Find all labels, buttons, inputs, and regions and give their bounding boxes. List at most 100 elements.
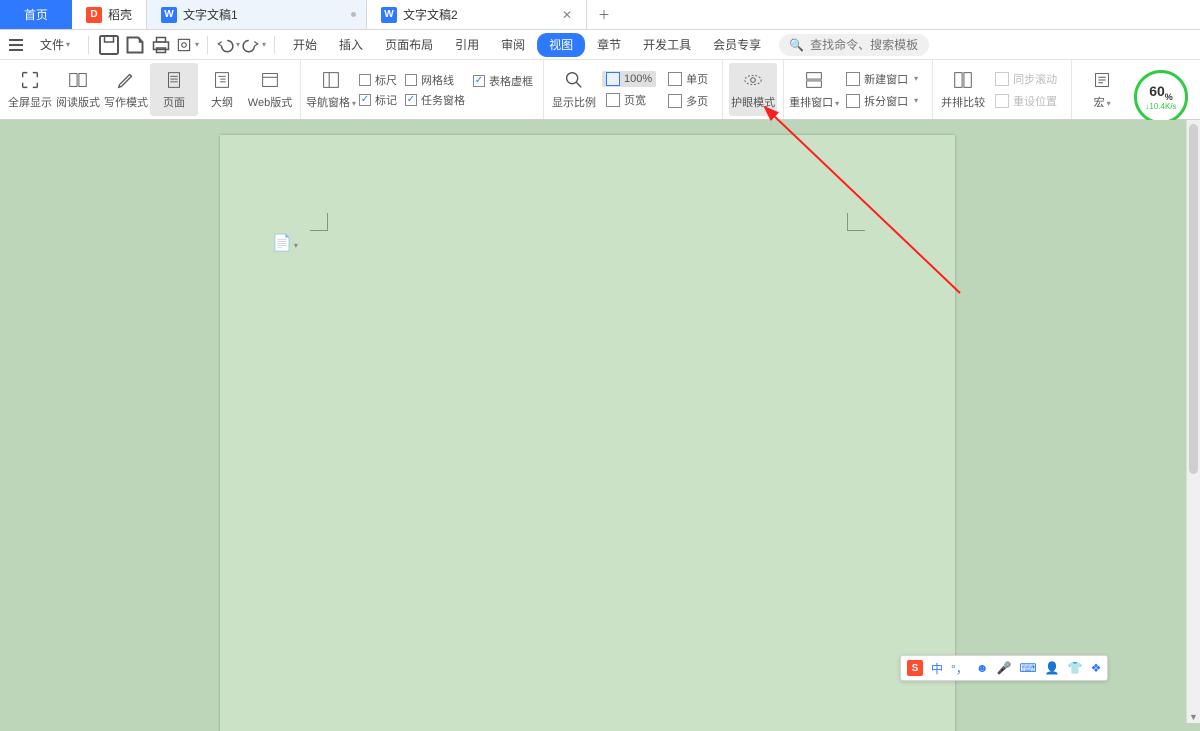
zoom-pagewidth-button[interactable]: 页宽	[602, 91, 656, 109]
ime-toolbar[interactable]: S 中 °， ☻ 🎤 ⌨ 👤 👕 ❖	[900, 655, 1108, 681]
fullscreen-icon	[19, 69, 41, 91]
reset-pos-icon	[995, 94, 1009, 108]
reset-pos-button: 重设位置	[991, 92, 1061, 110]
write-mode-button[interactable]: 写作模式	[102, 63, 150, 116]
check-gridlines[interactable]: 网格线	[405, 72, 465, 88]
download-progress-badge[interactable]: 60% ↓10.4K/s	[1134, 70, 1188, 124]
menu-page-layout[interactable]: 页面布局	[375, 33, 443, 57]
group-macro: 宏▾	[1072, 60, 1132, 119]
tab-doc2[interactable]: W 文字文稿2 ✕	[367, 0, 587, 29]
print-icon[interactable]	[149, 33, 173, 57]
menu-devtools-label: 开发工具	[643, 36, 691, 53]
new-tab-button[interactable]: ＋	[587, 0, 621, 29]
menu-review[interactable]: 审阅	[491, 33, 535, 57]
word-icon: W	[161, 7, 177, 23]
fullscreen-button[interactable]: 全屏显示	[6, 63, 54, 116]
check-gridlines-label: 网格线	[421, 72, 454, 88]
sync-scroll-label: 同步滚动	[1013, 71, 1057, 87]
web-layout-button[interactable]: Web版式	[246, 63, 294, 116]
page-layout-button[interactable]: 页面	[150, 63, 198, 116]
check-table-borders[interactable]: 表格虚框	[473, 73, 533, 89]
split-window-button[interactable]: 拆分窗口▾	[842, 92, 922, 110]
eyecare-label: 护眼模式	[731, 94, 775, 110]
undo-icon[interactable]: ▾	[216, 33, 240, 57]
tab-strip: 首页 D 稻壳 W 文字文稿1 W 文字文稿2 ✕ ＋	[0, 0, 1200, 30]
zoom-100-button[interactable]: 100%	[602, 71, 656, 87]
side-by-side-button[interactable]: 并排比较	[939, 63, 987, 116]
ime-emoji-icon[interactable]: ☻	[976, 661, 989, 675]
zoom-multipage-button[interactable]: 多页	[664, 92, 712, 110]
rearrange-windows-button[interactable]: 重排窗口▾	[790, 63, 838, 116]
menu-member[interactable]: 会员专享	[703, 33, 771, 57]
check-ruler[interactable]: 标尺	[359, 72, 397, 88]
tab-doc1[interactable]: W 文字文稿1	[147, 0, 367, 29]
ime-skin-icon[interactable]: 👕	[1068, 661, 1083, 675]
redo-icon[interactable]: ▾	[242, 33, 266, 57]
ime-lang[interactable]: 中	[931, 660, 943, 677]
scroll-thumb[interactable]	[1189, 124, 1198, 474]
check-task-pane[interactable]: 任务窗格	[405, 92, 465, 108]
ime-voice-icon[interactable]: 🎤	[996, 661, 1011, 675]
menu-chapter[interactable]: 章节	[587, 33, 631, 57]
nav-check-col3: 表格虚框	[469, 63, 537, 116]
group-view-modes: 全屏显示 阅读版式 写作模式 页面 大纲 Web版式	[0, 60, 301, 119]
menu-insert[interactable]: 插入	[329, 33, 373, 57]
file-menu[interactable]: 文件▾	[30, 33, 80, 57]
outline-button[interactable]: 大纲	[198, 63, 246, 116]
document-workspace[interactable]: 📄▾	[0, 120, 1200, 731]
menu-references[interactable]: 引用	[445, 33, 489, 57]
command-search[interactable]: 🔍	[779, 34, 929, 56]
menu-devtools[interactable]: 开发工具	[633, 33, 701, 57]
sogou-logo-icon[interactable]: S	[907, 660, 923, 676]
tab-docshell[interactable]: D 稻壳	[72, 0, 147, 29]
nav-pane-button[interactable]: 导航窗格▾	[307, 63, 355, 116]
side-by-side-icon	[952, 69, 974, 91]
page-layout-label: 页面	[163, 94, 185, 110]
ime-keyboard-icon[interactable]: ⌨	[1019, 661, 1036, 675]
display-scale-button[interactable]: 显示比例	[550, 63, 598, 116]
macro-label: 宏▾	[1094, 94, 1111, 110]
read-layout-button[interactable]: 阅读版式	[54, 63, 102, 116]
scroll-down-icon[interactable]: ▼	[1187, 711, 1200, 723]
zoom-100-label: 100%	[624, 73, 652, 85]
multipage-icon	[668, 94, 682, 108]
pagewidth-icon	[606, 93, 620, 107]
modified-indicator	[351, 12, 356, 17]
zoom-multipage-label: 多页	[686, 93, 708, 109]
check-mark[interactable]: 标记	[359, 92, 397, 108]
tab-home[interactable]: 首页	[0, 0, 72, 29]
close-icon[interactable]: ✕	[562, 8, 572, 22]
eyecare-button[interactable]: 护眼模式	[729, 63, 777, 116]
new-window-button[interactable]: 新建窗口▾	[842, 70, 922, 88]
zoom-onepage-label: 单页	[686, 71, 708, 87]
hamburger-menu-icon[interactable]	[4, 33, 28, 57]
progress-rate: ↓10.4K/s	[1145, 102, 1176, 111]
paragraph-options-icon[interactable]: 📄▾	[272, 233, 298, 253]
zoom-onepage-button[interactable]: 单页	[664, 70, 712, 88]
ime-toolbox-icon[interactable]: ❖	[1091, 661, 1102, 675]
save-icon[interactable]	[97, 33, 121, 57]
command-search-input[interactable]	[810, 38, 920, 52]
document-page[interactable]: 📄▾	[220, 135, 955, 731]
menu-view-label: 视图	[549, 36, 573, 53]
print-preview-icon[interactable]: ▾	[175, 33, 199, 57]
group-nav: 导航窗格▾ 标尺 标记 网格线 任务窗格 表格虚框	[301, 60, 544, 119]
separator	[274, 36, 275, 54]
sync-scroll-icon	[995, 72, 1009, 86]
vertical-scrollbar[interactable]: ▲ ▼	[1186, 120, 1200, 723]
menu-page-layout-label: 页面布局	[385, 36, 433, 53]
save-as-icon[interactable]	[123, 33, 147, 57]
outline-icon	[211, 69, 233, 91]
ime-user-icon[interactable]: 👤	[1045, 661, 1060, 675]
macro-button[interactable]: 宏▾	[1078, 63, 1126, 116]
menu-insert-label: 插入	[339, 36, 363, 53]
menu-start[interactable]: 开始	[283, 33, 327, 57]
window-col: 新建窗口▾ 拆分窗口▾	[838, 63, 926, 116]
menu-member-label: 会员专享	[713, 36, 761, 53]
menu-view[interactable]: 视图	[537, 33, 585, 57]
separator	[88, 36, 89, 54]
nav-check-col2: 网格线 任务窗格	[401, 63, 469, 116]
ime-punct[interactable]: °，	[951, 660, 968, 677]
nav-pane-label: 导航窗格▾	[306, 94, 356, 110]
check-task-pane-label: 任务窗格	[421, 92, 465, 108]
